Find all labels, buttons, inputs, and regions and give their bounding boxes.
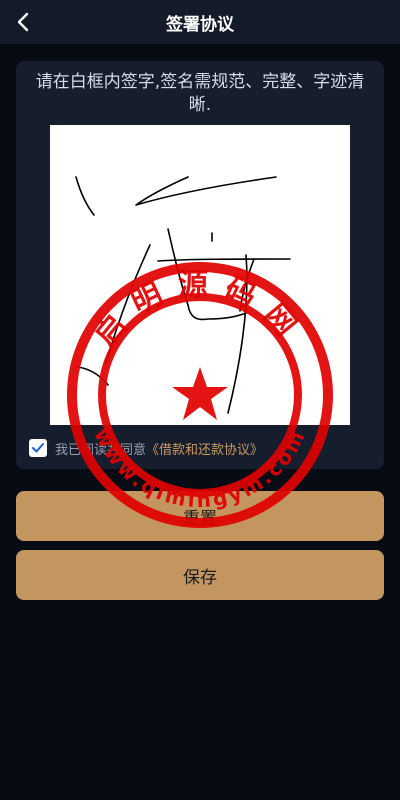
- page-title: 签署协议: [166, 14, 234, 35]
- agreement-prefix: 我已阅读并同意: [55, 442, 147, 458]
- agreement-link[interactable]: 《借款和还款协议》: [146, 439, 263, 458]
- reset-button[interactable]: 重置: [16, 491, 384, 541]
- signature-card: 请在白框内签字,签名需规范、完整、字迹清晰. 我已阅读并同意 《借款和还款协议》: [16, 61, 384, 469]
- save-button[interactable]: 保存: [16, 550, 384, 600]
- check-icon: [32, 443, 44, 453]
- agreement-row: 我已阅读并同意 《借款和还款协议》: [29, 437, 263, 459]
- top-bar: 签署协议: [0, 0, 400, 44]
- signature-strokes: [75, 176, 291, 414]
- back-button[interactable]: [10, 8, 38, 36]
- signature-instruction: 请在白框内签字,签名需规范、完整、字迹清晰.: [35, 72, 365, 115]
- back-arrow-icon: [17, 12, 29, 32]
- agreement-checkbox[interactable]: [29, 439, 47, 457]
- signature-pad[interactable]: [50, 125, 350, 425]
